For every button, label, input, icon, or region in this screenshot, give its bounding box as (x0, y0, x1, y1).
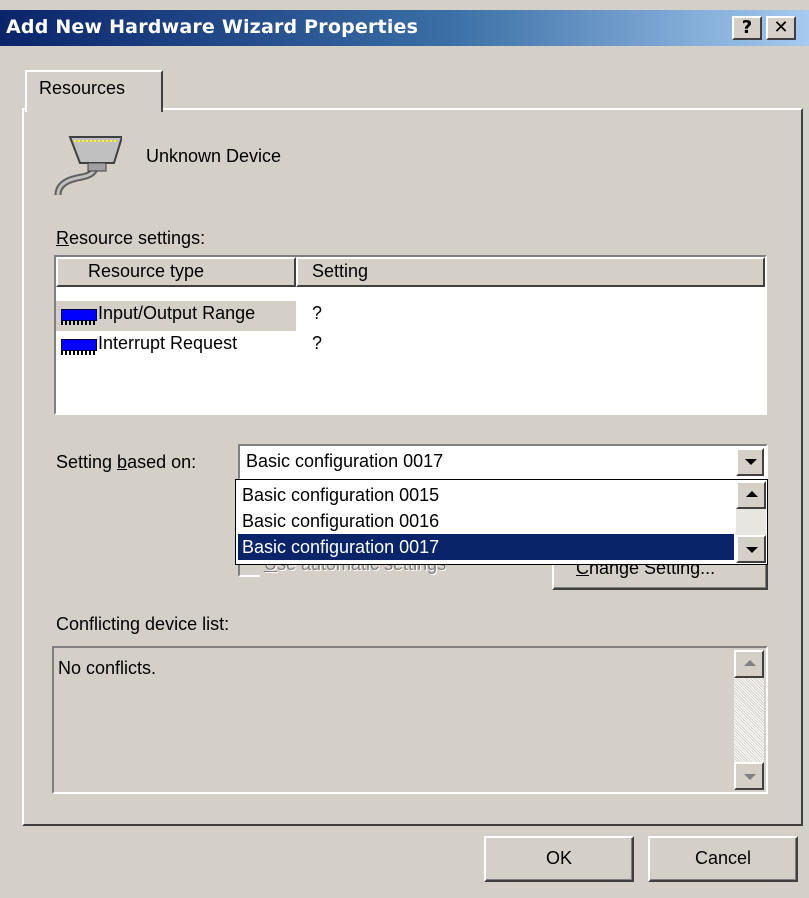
setting-dropdown-list[interactable]: Basic configuration 0015 Basic configura… (235, 479, 768, 565)
conflicts-text-area: No conflicts. (56, 650, 732, 790)
dropdown-option-selected[interactable]: Basic configuration 0017 (238, 534, 734, 560)
dropdown-option[interactable]: Basic configuration 0015 (238, 482, 734, 508)
scroll-up-button[interactable] (736, 481, 766, 509)
tab-resources[interactable]: Resources (25, 70, 163, 112)
scroll-down-button[interactable] (734, 762, 764, 790)
resource-settings-label: Resource settings: (56, 228, 206, 248)
select-value: Basic configuration 0017 (246, 451, 444, 471)
ok-button[interactable]: OK (484, 836, 634, 882)
setting-based-on-label: Setting based on: (56, 452, 197, 472)
tab-label: Resources (39, 78, 126, 98)
title-bar: Add New Hardware Wizard Properties ? ✕ (0, 10, 809, 46)
dropdown-button[interactable] (736, 448, 764, 476)
list-row[interactable]: Interrupt Request (56, 331, 296, 361)
scroll-down-button[interactable] (736, 535, 766, 563)
arrow-up-icon (746, 491, 758, 497)
list-header: Resource type Setting (56, 257, 765, 287)
arrow-up-icon (744, 660, 756, 666)
automatic-settings-checkbox[interactable] (238, 563, 260, 577)
arrow-down-icon (744, 774, 756, 780)
serial-port-icon (54, 136, 122, 196)
conflicts-box[interactable]: No conflicts. (52, 646, 768, 794)
window-title: Add New Hardware Wizard Properties (6, 16, 419, 38)
conflicts-text: No conflicts. (58, 658, 157, 678)
close-button[interactable]: ✕ (766, 16, 796, 40)
setting-based-on-select[interactable]: Basic configuration 0017 (238, 444, 768, 480)
setting-cell: ? (312, 333, 323, 353)
conflicts-label: Conflicting device list: (56, 614, 230, 634)
setting-cell: ? (312, 303, 323, 323)
resource-list[interactable]: Resource type Setting Input/Output Range… (54, 255, 767, 415)
dropdown-option[interactable]: Basic configuration 0016 (238, 508, 734, 534)
cancel-button[interactable]: Cancel (648, 836, 798, 882)
resource-type-cell: Input/Output Range (98, 303, 256, 323)
column-resource-type[interactable]: Resource type (56, 257, 296, 287)
list-row[interactable]: Input/Output Range (56, 301, 296, 331)
help-button[interactable]: ? (732, 16, 762, 40)
scroll-up-button[interactable] (734, 650, 764, 678)
chip-icon (61, 309, 97, 325)
arrow-down-icon (746, 547, 758, 553)
chevron-down-icon (745, 459, 757, 465)
chip-icon (61, 339, 97, 355)
resource-type-cell: Interrupt Request (98, 333, 238, 353)
column-setting[interactable]: Setting (296, 257, 765, 287)
device-name: Unknown Device (146, 146, 282, 166)
dialog-window: Add New Hardware Wizard Properties ? ✕ R… (0, 0, 809, 898)
conflicts-scrollbar[interactable] (734, 650, 764, 790)
dropdown-scrollbar[interactable] (736, 481, 766, 563)
